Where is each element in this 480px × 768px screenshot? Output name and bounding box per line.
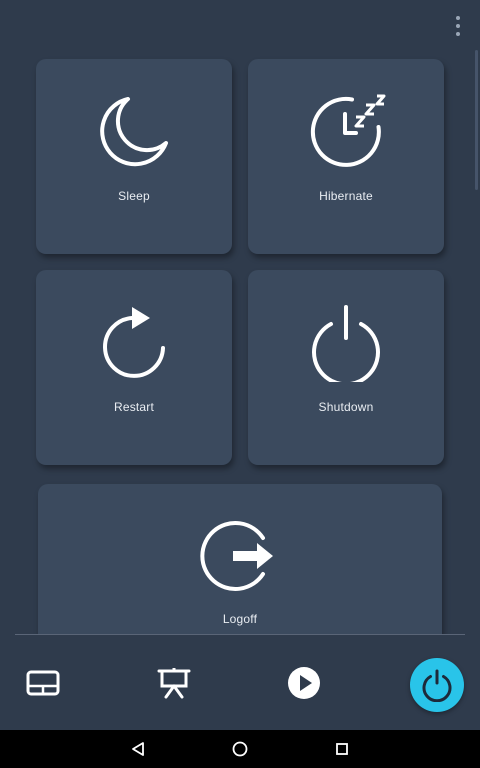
- sleep-label: Sleep: [118, 189, 150, 203]
- logoff-button[interactable]: Logoff: [38, 484, 442, 634]
- hibernate-button[interactable]: Hibernate: [248, 59, 444, 254]
- bottom-navigation: [0, 635, 480, 730]
- touchpad-tab[interactable]: [25, 665, 61, 701]
- more-vert-icon: [456, 16, 460, 20]
- moon-icon: [100, 97, 168, 167]
- scroll-indicator: [475, 50, 478, 190]
- restart-button[interactable]: Restart: [36, 270, 232, 465]
- app-toolbar: [0, 0, 480, 50]
- shutdown-label: Shutdown: [318, 400, 374, 414]
- media-tab[interactable]: [286, 665, 322, 701]
- power-icon: [422, 669, 452, 702]
- touchpad-icon: [26, 670, 60, 696]
- overflow-menu-button[interactable]: [454, 16, 462, 36]
- shutdown-button[interactable]: Shutdown: [248, 270, 444, 465]
- restart-icon: [103, 307, 165, 378]
- home-button[interactable]: [230, 739, 250, 759]
- recents-icon: [336, 743, 348, 755]
- back-button[interactable]: [128, 739, 148, 759]
- back-icon: [132, 742, 144, 756]
- clock-zzz-icon: [310, 94, 386, 167]
- logoff-label: Logoff: [222, 612, 258, 626]
- presentation-tab[interactable]: [156, 665, 192, 701]
- presentation-icon: [157, 668, 191, 699]
- hibernate-label: Hibernate: [319, 189, 373, 203]
- play-circle-icon: [288, 667, 320, 699]
- system-navigation-bar: [0, 730, 480, 768]
- restart-label: Restart: [113, 400, 155, 414]
- power-icon: [312, 305, 380, 382]
- more-vert-icon-dot: [456, 24, 460, 28]
- power-actions-grid[interactable]: Sleep Hibernate Restart Shutdown Logoff: [0, 50, 480, 634]
- more-vert-icon-dot: [456, 32, 460, 36]
- recents-button[interactable]: [332, 739, 352, 759]
- sleep-button[interactable]: Sleep: [36, 59, 232, 254]
- power-tab[interactable]: [410, 658, 464, 712]
- logout-icon: [200, 521, 273, 591]
- home-icon: [232, 741, 248, 757]
